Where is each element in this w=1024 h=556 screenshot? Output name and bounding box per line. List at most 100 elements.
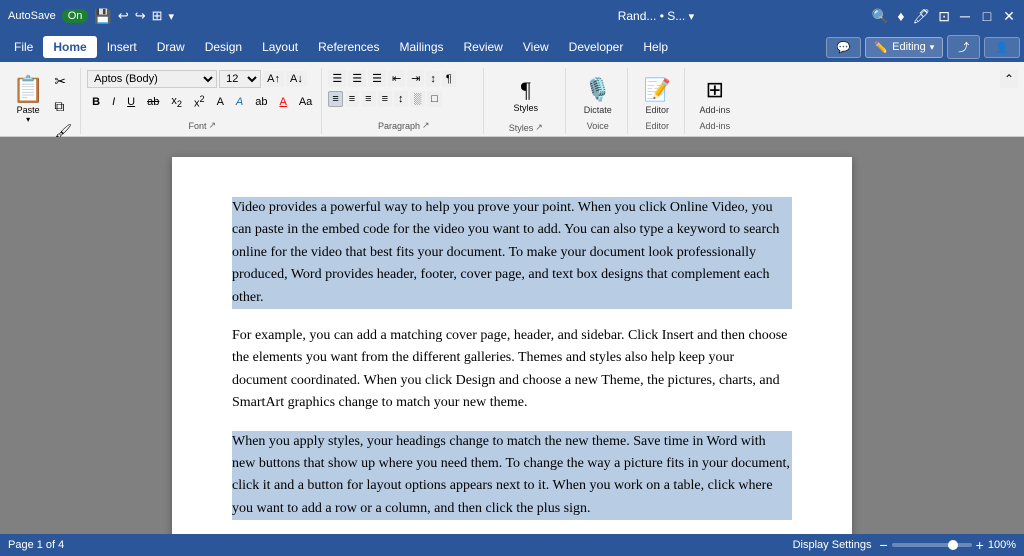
justify-button[interactable]: ≡ [378, 91, 392, 107]
addins-group: ⊞ Add-ins Add-ins [687, 68, 742, 134]
menu-view[interactable]: View [513, 36, 559, 58]
cut-button[interactable]: ✂ [50, 70, 76, 93]
menu-review[interactable]: Review [454, 36, 513, 58]
menu-draw[interactable]: Draw [147, 36, 195, 58]
title-bar-right: 🔍 ♦ 🖊 ⊡ ─ □ ✕ [872, 8, 1016, 25]
menu-references[interactable]: References [308, 36, 389, 58]
zoom-plus-button[interactable]: + [976, 537, 984, 553]
underline-button[interactable]: U [122, 94, 140, 110]
styles-expand-btn[interactable]: ↗ [535, 122, 543, 133]
share-icon: ⤴ [958, 39, 969, 55]
paste-button[interactable]: 📋 Paste ▾ [8, 70, 48, 128]
save-icon[interactable]: 💾 [94, 8, 111, 25]
zoom-level[interactable]: 100% [988, 539, 1016, 551]
strikethrough-button[interactable]: ab [142, 94, 164, 110]
styles-group: ¶ Styles Styles ↗ [486, 68, 566, 134]
redo-icon[interactable]: ↪ [135, 8, 146, 24]
font-family-select[interactable]: Aptos (Body) [87, 70, 217, 88]
autosave-label: AutoSave [8, 10, 56, 22]
change-case-button[interactable]: Aa [294, 94, 317, 110]
diamond-icon[interactable]: ♦ [897, 8, 904, 24]
multilevel-list-button[interactable]: ☰ [368, 70, 386, 87]
collapse-ribbon-button[interactable]: ⌃ [1000, 70, 1018, 88]
microphone-icon: 🎙️ [584, 77, 611, 103]
paragraph-expand-btn[interactable]: ↗ [422, 120, 430, 131]
scroll-container: Video provides a powerful way to help yo… [0, 137, 1024, 534]
menu-design[interactable]: Design [195, 36, 252, 58]
text-highlight-button[interactable]: ab [250, 94, 272, 110]
document-title: Rand... • S... ▾ [440, 9, 872, 23]
borders-button[interactable]: □ [427, 91, 442, 107]
close-btn[interactable]: ✕ [1002, 9, 1016, 23]
sort-button[interactable]: ↕ [426, 71, 440, 87]
pen-icon[interactable]: 🖊 [913, 8, 931, 25]
menu-help[interactable]: Help [633, 36, 678, 58]
autosave-toggle[interactable]: On [62, 9, 89, 23]
comment-button[interactable]: 💬 [826, 37, 862, 58]
zoom-slider[interactable] [892, 543, 972, 547]
align-left-button[interactable]: ≡ [328, 91, 342, 107]
display-settings-button[interactable]: Display Settings [793, 539, 872, 551]
title-bar-left: AutoSave On 💾 ↩ ↪ ⊞ ▾ [8, 8, 440, 25]
paragraph-2: For example, you can add a matching cove… [232, 325, 792, 415]
menu-file[interactable]: File [4, 36, 43, 58]
chevron-down-icon: ▾ [930, 42, 935, 53]
editing-mode-button[interactable]: ✏️ Editing ▾ [865, 37, 943, 58]
menu-insert[interactable]: Insert [97, 36, 147, 58]
comment-icon: 💬 [837, 41, 851, 54]
increase-font-size-btn[interactable]: A↑ [263, 71, 284, 87]
italic-button[interactable]: I [107, 94, 120, 110]
share-button[interactable]: ⤴ [947, 35, 980, 59]
bold-button[interactable]: B [87, 94, 105, 110]
undo-icon[interactable]: ↩ [118, 8, 129, 24]
menu-bar-right: 💬 ✏️ Editing ▾ ⤴ 👤 [826, 35, 1020, 59]
clear-formatting-button[interactable]: A [212, 94, 229, 110]
more-commands-icon[interactable]: ▾ [169, 10, 175, 23]
show-formatting-button[interactable]: ¶ [442, 71, 456, 87]
superscript-button[interactable]: x2 [189, 92, 210, 112]
increase-indent-button[interactable]: ⇥ [407, 70, 424, 87]
addins-button[interactable]: ⊞ Add-ins [693, 72, 738, 120]
styles-gallery-button[interactable]: ¶ Styles [498, 72, 554, 118]
title-bar: AutoSave On 💾 ↩ ↪ ⊞ ▾ Rand... • S... ▾ 🔍… [0, 0, 1024, 32]
shading-button[interactable]: ░ [410, 91, 426, 107]
editor-group: 📝 Editor Editor [630, 68, 685, 134]
decrease-font-size-btn[interactable]: A↓ [286, 71, 307, 87]
font-size-select[interactable]: 12 [219, 70, 261, 88]
menu-developer[interactable]: Developer [559, 36, 634, 58]
ribbon: 📋 Paste ▾ ✂ ⧉ 🖌 Clipboard ↗ A [0, 62, 1024, 137]
paragraph-group: ☰ ☰ ☰ ⇤ ⇥ ↕ ¶ ≡ ≡ ≡ ≡ ↕ ░ □ [324, 68, 484, 134]
user-icon: 👤 [995, 41, 1009, 54]
decrease-indent-button[interactable]: ⇤ [388, 70, 405, 87]
align-center-button[interactable]: ≡ [345, 91, 359, 107]
font-color-button[interactable]: A [275, 94, 292, 110]
maximize-btn[interactable]: □ [980, 9, 994, 23]
document-scroll-area[interactable]: Video provides a powerful way to help yo… [0, 137, 1024, 534]
menu-home[interactable]: Home [43, 36, 96, 58]
align-right-button[interactable]: ≡ [361, 91, 375, 107]
paragraph-1: Video provides a powerful way to help yo… [232, 197, 792, 309]
line-spacing-button[interactable]: ↕ [394, 91, 408, 107]
dictate-button[interactable]: 🎙️ Dictate [576, 72, 620, 120]
paste-icon: 📋 [12, 74, 44, 105]
voice-group: 🎙️ Dictate Voice [568, 68, 628, 134]
numbering-button[interactable]: ☰ [348, 70, 366, 87]
menu-layout[interactable]: Layout [252, 36, 308, 58]
zoom-minus-button[interactable]: − [879, 537, 887, 553]
user-profile-button[interactable]: 👤 [984, 37, 1020, 58]
minimize-btn[interactable]: ─ [958, 9, 972, 23]
copy-button[interactable]: ⧉ [50, 95, 76, 118]
menu-mailings[interactable]: Mailings [389, 36, 453, 58]
font-expand-btn[interactable]: ↗ [208, 120, 216, 131]
font-group: Aptos (Body) 12 A↑ A↓ B I U ab x2 x2 A [83, 68, 322, 134]
search-icon[interactable]: 🔍 [872, 8, 889, 25]
paragraph-3: When you apply styles, your headings cha… [232, 431, 792, 521]
subscript-button[interactable]: x2 [166, 93, 187, 111]
window-layout-icon[interactable]: ⊡ [938, 8, 950, 25]
addins-icon: ⊞ [706, 77, 724, 103]
editor-button[interactable]: 📝 Editor [635, 72, 679, 120]
layout-icon[interactable]: ⊞ [152, 8, 163, 24]
bullets-button[interactable]: ☰ [328, 70, 346, 87]
pencil-icon: ✏️ [874, 41, 888, 54]
text-effects-button[interactable]: A [231, 94, 248, 110]
